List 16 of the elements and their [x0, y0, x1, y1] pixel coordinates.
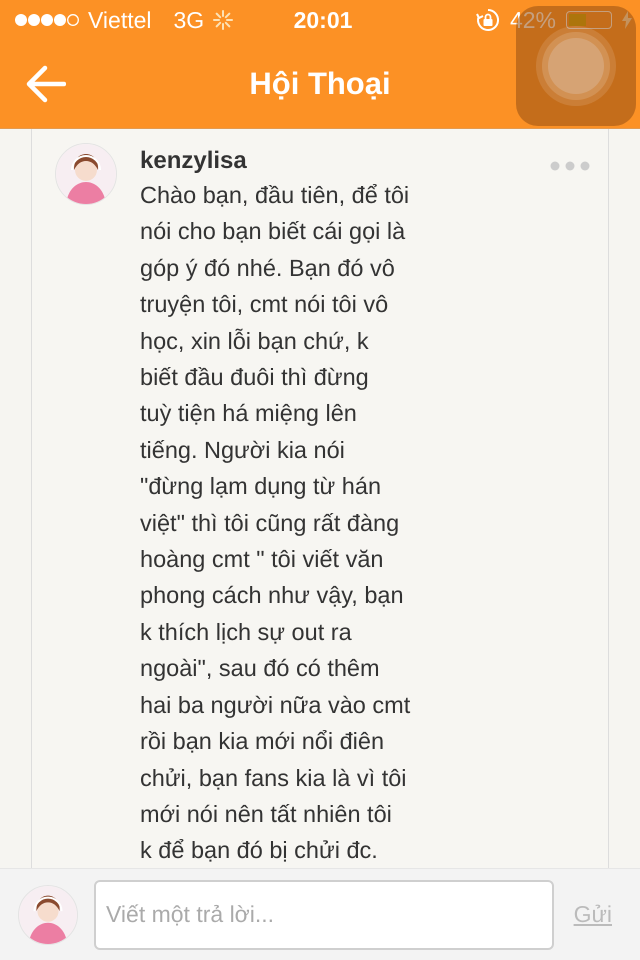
activity-spinner-icon [212, 9, 234, 31]
carrier-name: Viettel [88, 6, 152, 34]
more-options-icon [550, 161, 590, 171]
clock-time: 20:01 [294, 6, 352, 34]
avatar [55, 143, 117, 205]
network-type: 3G [174, 6, 204, 34]
avatar [18, 884, 78, 944]
screen-title: Hội Thoại [248, 66, 392, 102]
battery-percent: 42% [510, 6, 556, 34]
reply-field[interactable]: Viết một trả lời... [94, 880, 554, 950]
username: kenzylisa [140, 147, 248, 175]
battery-icon [566, 11, 612, 29]
message-text: Chào bạn, đầu tiên, để tôi nói cho bạn biết cái gọi là góp ý đó nhé. Bạn đó vô truyện tôi, cmt nói tôi vô học, xin lỗi bạn chứ, k biết đầu đuôi thì đừng tuỳ tiện há miệng lên tiếng. Người kia nói "đừng lạm dụng từ hán việt" thì tôi cũng rất đàng hoàng cmt " tôi viết văn phong cách như vậy, bạn k thích lịch sự out ra ngoài", sau đó có thêm hai ba người nữa vào cmt rồi bạn kia mới nổi điên chửi, bạn fans kia là vì tôi mới nói nên tất nhiên tôi k để bạn đó bị chửi đc. [140, 181, 410, 866]
rotation-lock-icon [476, 8, 500, 32]
signal-icon [14, 13, 80, 27]
charging-bolt-icon [622, 11, 632, 29]
